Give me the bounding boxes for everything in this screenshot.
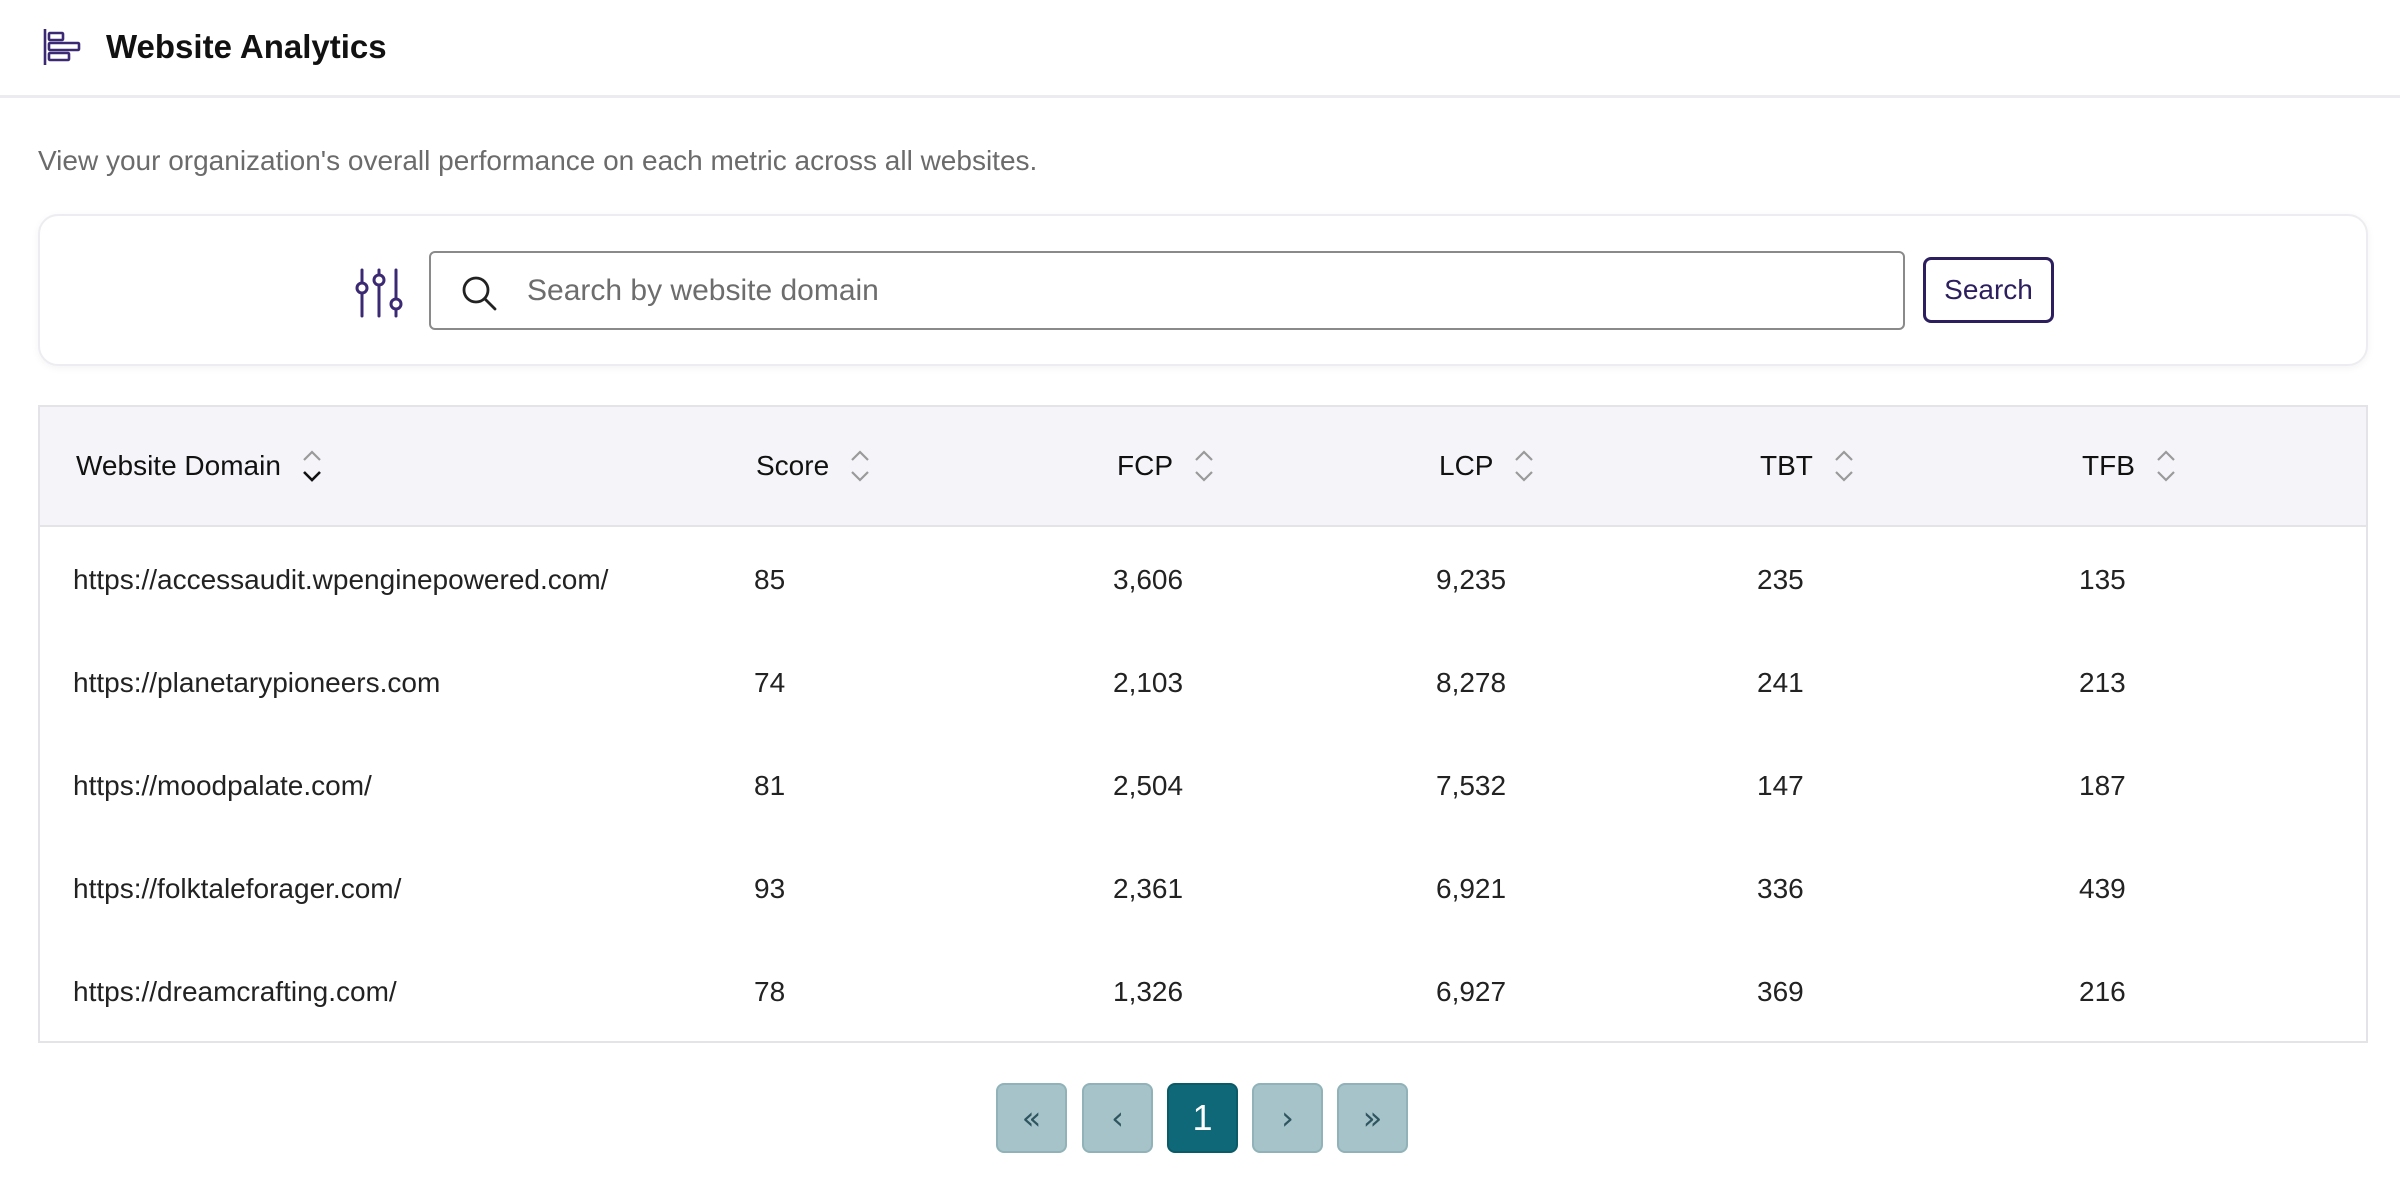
cell-tfb: 216 — [2079, 976, 2126, 1007]
bar-chart-icon — [43, 29, 81, 65]
table-row: https://accessaudit.wpenginepowered.com/… — [40, 529, 2366, 632]
column-header-website-domain[interactable]: Website Domain — [76, 447, 323, 485]
table-row: https://moodpalate.com/ 81 2,504 7,532 1… — [40, 735, 2366, 838]
table-row: https://dreamcrafting.com/ 78 1,326 6,92… — [40, 941, 2366, 1044]
cell-lcp: 6,921 — [1436, 873, 1507, 904]
cell-tbt: 241 — [1757, 667, 1804, 698]
page-1-button[interactable]: 1 — [1167, 1083, 1238, 1153]
cell-website-domain: https://folktaleforager.com/ — [73, 873, 402, 904]
search-button[interactable]: Search — [1923, 257, 2054, 323]
table-row: https://folktaleforager.com/ 93 2,361 6,… — [40, 838, 2366, 941]
cell-tfb: 187 — [2079, 770, 2126, 801]
column-header-lcp[interactable]: LCP — [1439, 447, 1535, 485]
search-input[interactable] — [527, 261, 1887, 321]
table-row: https://planetarypioneers.com 74 2,103 8… — [40, 632, 2366, 735]
cell-website-domain: https://dreamcrafting.com/ — [73, 976, 397, 1007]
cell-fcp: 3,606 — [1113, 564, 1184, 595]
previous-page-button[interactable]: ‹ — [1082, 1083, 1153, 1153]
sort-icon[interactable] — [849, 447, 871, 485]
column-header-score[interactable]: Score — [756, 447, 871, 485]
sort-icon[interactable] — [1513, 447, 1535, 485]
cell-tbt: 235 — [1757, 564, 1804, 595]
cell-website-domain: https://moodpalate.com/ — [73, 770, 372, 801]
cell-score: 74 — [754, 667, 786, 698]
column-header-tfb[interactable]: TFB — [2082, 447, 2177, 485]
cell-score: 78 — [754, 976, 786, 1007]
cell-fcp: 1,326 — [1113, 976, 1184, 1007]
column-header-fcp[interactable]: FCP — [1117, 447, 1215, 485]
last-page-button[interactable]: » — [1337, 1083, 1408, 1153]
cell-score: 93 — [754, 873, 786, 904]
cell-tbt: 369 — [1757, 976, 1804, 1007]
cell-tfb: 439 — [2079, 873, 2126, 904]
app-header: Website Analytics — [0, 0, 2400, 98]
analytics-table: Website Domain Score FCP LCP TBT TFB htt… — [38, 405, 2368, 1043]
cell-tbt: 336 — [1757, 873, 1804, 904]
sort-icon[interactable] — [1833, 447, 1855, 485]
sort-icon[interactable] — [1193, 447, 1215, 485]
magnifier-icon — [462, 276, 497, 311]
sort-icon[interactable] — [2155, 447, 2177, 485]
cell-website-domain: https://planetarypioneers.com — [73, 667, 441, 698]
search-field[interactable] — [429, 251, 1905, 330]
cell-tbt: 147 — [1757, 770, 1804, 801]
next-page-button[interactable]: › — [1252, 1083, 1323, 1153]
cell-fcp: 2,504 — [1113, 770, 1184, 801]
page-description: View your organization's overall perform… — [38, 145, 1038, 176]
cell-fcp: 2,361 — [1113, 873, 1184, 904]
cell-tfb: 135 — [2079, 564, 2126, 595]
table-header: Website Domain Score FCP LCP TBT TFB — [40, 407, 2366, 527]
cell-lcp: 9,235 — [1436, 564, 1507, 595]
cell-score: 85 — [754, 564, 786, 595]
cell-score: 81 — [754, 770, 786, 801]
first-page-button[interactable]: « — [996, 1083, 1067, 1153]
cell-lcp: 8,278 — [1436, 667, 1507, 698]
sliders-icon[interactable] — [354, 268, 404, 318]
cell-lcp: 7,532 — [1436, 770, 1507, 801]
column-header-tbt[interactable]: TBT — [1760, 447, 1855, 485]
cell-lcp: 6,927 — [1436, 976, 1507, 1007]
cell-website-domain: https://accessaudit.wpenginepowered.com/ — [73, 564, 609, 595]
sort-icon[interactable] — [301, 447, 323, 485]
cell-fcp: 2,103 — [1113, 667, 1184, 698]
page-title: Website Analytics — [106, 28, 387, 65]
cell-tfb: 213 — [2079, 667, 2126, 698]
